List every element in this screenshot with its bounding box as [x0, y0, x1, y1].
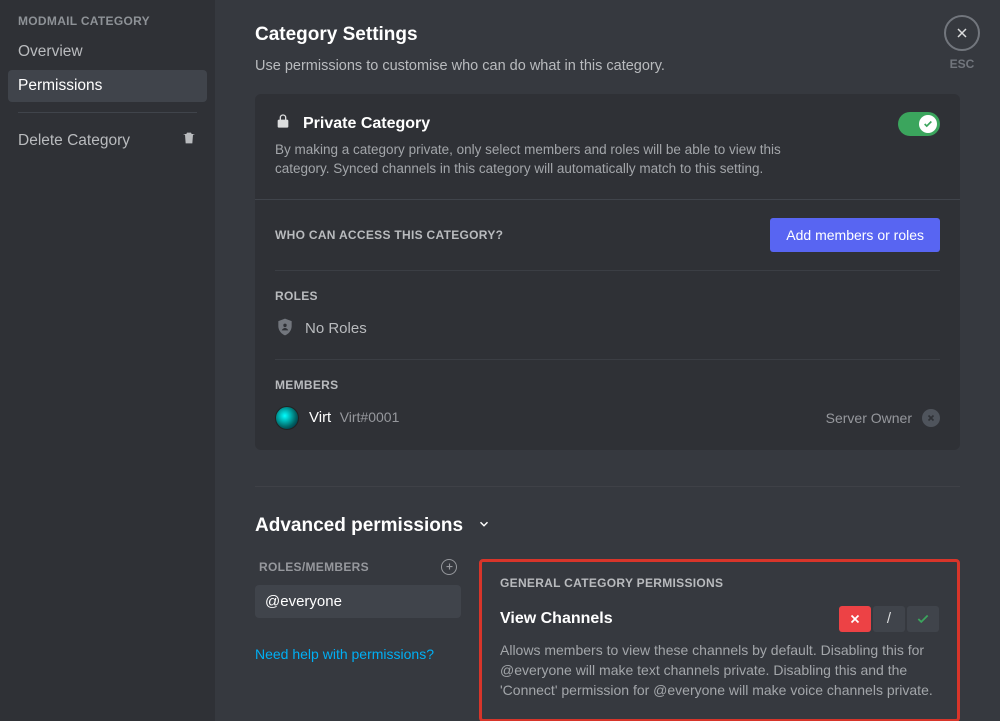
permission-highlight-box: GENERAL CATEGORY PERMISSIONS View Channe… [479, 559, 960, 721]
advanced-permissions-toggle[interactable]: Advanced permissions [255, 515, 960, 537]
permission-description: Allows members to view these channels by… [500, 640, 939, 701]
permission-tristate: / [839, 606, 939, 632]
sidebar-separator [18, 112, 197, 113]
member-row: Virt Virt#0001 Server Owner [275, 392, 940, 430]
sidebar-item-overview[interactable]: Overview [8, 36, 207, 68]
members-label: MEMBERS [275, 360, 940, 392]
access-section-label: WHO CAN ACCESS THIS CATEGORY? [275, 228, 503, 242]
toggle-knob-icon [919, 115, 937, 133]
advanced-permissions-title: Advanced permissions [255, 515, 463, 537]
remove-member-button[interactable] [922, 409, 940, 427]
member-tag: Virt#0001 [340, 409, 400, 425]
member-badge: Server Owner [826, 410, 912, 426]
content-area: ESC Category Settings Use permissions to… [215, 0, 1000, 721]
role-item-everyone[interactable]: @everyone [255, 585, 461, 618]
roles-empty-row: No Roles [275, 303, 940, 341]
sidebar-item-label: Permissions [18, 77, 102, 95]
page-title: Category Settings [255, 24, 960, 46]
add-members-roles-button[interactable]: Add members or roles [770, 218, 940, 252]
permissions-help-link[interactable]: Need help with permissions? [255, 646, 461, 662]
chevron-down-icon [477, 515, 491, 537]
roles-members-label: ROLES/MEMBERS [259, 560, 369, 574]
sidebar-item-label: Delete Category [18, 132, 130, 150]
private-category-title: Private Category [303, 115, 430, 133]
private-category-toggle[interactable] [898, 112, 940, 136]
permission-deny-button[interactable] [839, 606, 871, 632]
sidebar-category-header: MODMAIL CATEGORY [8, 10, 207, 36]
settings-sidebar: MODMAIL CATEGORY Overview Permissions De… [0, 0, 215, 721]
permission-name: View Channels [500, 610, 613, 628]
roles-label: ROLES [275, 271, 940, 303]
close-icon [944, 15, 980, 51]
trash-icon [181, 130, 197, 151]
sidebar-item-delete-category[interactable]: Delete Category [8, 123, 207, 158]
sidebar-item-label: Overview [18, 43, 83, 61]
permission-neutral-button[interactable]: / [873, 606, 905, 632]
roles-members-panel: ROLES/MEMBERS @everyone Need help with p… [255, 559, 461, 721]
member-name: Virt [309, 409, 331, 426]
page-subtitle: Use permissions to customise who can do … [255, 58, 960, 74]
shield-icon [275, 317, 295, 341]
content-separator [255, 486, 960, 487]
roles-empty-text: No Roles [305, 320, 367, 337]
private-category-card: Private Category By making a category pr… [255, 94, 960, 450]
close-button[interactable]: ESC [944, 15, 980, 71]
private-category-desc: By making a category private, only selec… [275, 141, 835, 179]
close-esc-label: ESC [944, 57, 980, 71]
permission-group-label: GENERAL CATEGORY PERMISSIONS [500, 576, 939, 590]
add-role-member-button[interactable] [441, 559, 457, 575]
lock-icon [275, 112, 291, 135]
avatar [275, 406, 299, 430]
permission-allow-button[interactable] [907, 606, 939, 632]
sidebar-item-permissions[interactable]: Permissions [8, 70, 207, 102]
